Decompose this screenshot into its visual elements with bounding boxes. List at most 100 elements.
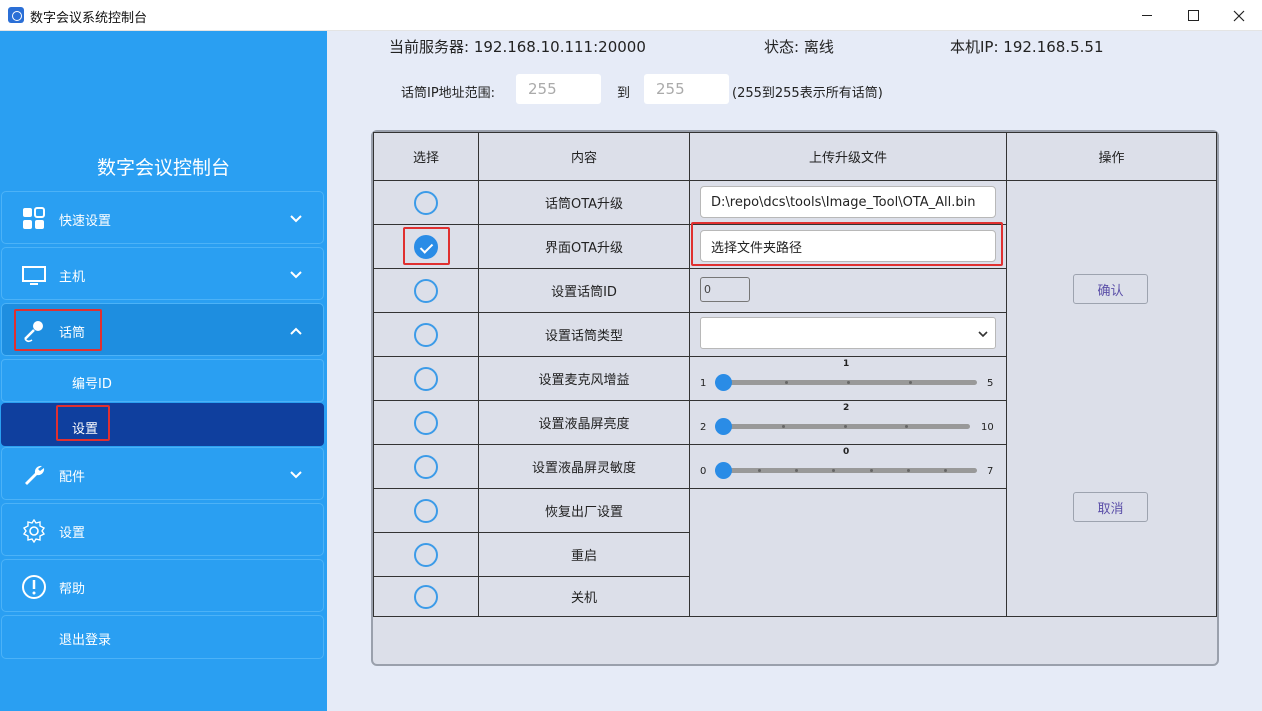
nav-logout[interactable]: 退出登录 (1, 615, 324, 659)
cancel-button[interactable]: 取消 (1073, 492, 1148, 522)
nav-host[interactable]: 主机 (1, 247, 324, 300)
select-cell (373, 444, 479, 489)
nav-label: 配件 (59, 470, 86, 485)
window-title: 数字会议系统控制台 (30, 11, 148, 26)
select-cell (373, 400, 479, 445)
slider-tick (909, 381, 912, 384)
nav-accessories[interactable]: 配件 (1, 447, 324, 500)
slider-tick (795, 469, 798, 472)
content-cell: 设置话筒类型 (478, 312, 690, 357)
sensitivity-slider[interactable]: 0 0 7 (700, 447, 996, 479)
status-info: 状态: 离线 (764, 38, 834, 56)
row-radio[interactable] (414, 366, 438, 391)
range-to-input[interactable]: 255 (644, 74, 729, 104)
slider-thumb[interactable] (715, 374, 732, 391)
monitor-icon (22, 266, 46, 285)
highlight-box (14, 309, 102, 351)
nav-quick-settings[interactable]: 快速设置 (1, 191, 324, 244)
brightness-slider[interactable]: 2 2 10 (700, 403, 996, 435)
content-cell: 恢复出厂设置 (478, 488, 690, 533)
range-from-input[interactable]: 255 (516, 74, 601, 104)
slider-min: 0 (700, 466, 707, 477)
slider-track (715, 424, 970, 429)
row-radio[interactable] (414, 190, 438, 215)
main-content: 当前服务器: 192.168.10.111:20000 状态: 离线 本机IP:… (327, 31, 1262, 711)
wrench-icon (25, 465, 45, 485)
exclamation-icon (22, 575, 46, 599)
slider-value: 0 (843, 447, 850, 457)
highlight-box (691, 222, 1003, 266)
row-radio[interactable] (414, 454, 438, 479)
select-cell (373, 180, 479, 225)
slider-tick (758, 469, 761, 472)
ota-panel: 选择 内容 上传升级文件 操作 话筒OTA升级 界面OTA升级 设置话筒ID 设… (371, 130, 1219, 666)
ota-table: 选择 内容 上传升级文件 操作 话筒OTA升级 界面OTA升级 设置话筒ID 设… (373, 132, 1217, 617)
nav-label: 设置 (59, 526, 86, 541)
select-cell (373, 312, 479, 357)
range-label: 话筒IP地址范围: (401, 86, 496, 101)
nav-help[interactable]: 帮助 (1, 559, 324, 612)
slider-max: 5 (987, 378, 994, 389)
highlight-box (56, 405, 110, 441)
nav-label: 主机 (59, 270, 86, 285)
content-cell: 设置话筒ID (478, 268, 690, 313)
gear-icon (22, 519, 46, 543)
content-cell: 设置麦克风增益 (478, 356, 690, 401)
slider-min: 1 (700, 378, 707, 389)
minimize-button[interactable] (1124, 0, 1170, 31)
chevron-down-icon (978, 331, 988, 338)
chevron-down-icon (290, 271, 302, 279)
content-cell: 界面OTA升级 (478, 224, 690, 269)
nav-label: 退出登录 (59, 633, 112, 648)
slider-track (715, 380, 977, 385)
slider-tick (847, 381, 850, 384)
row-radio[interactable] (414, 322, 438, 347)
confirm-button[interactable]: 确认 (1073, 274, 1148, 304)
slider-track (715, 468, 977, 473)
operation-cell (1006, 180, 1217, 617)
column-header: 选择 (373, 132, 479, 181)
local-ip-info: 本机IP: 192.168.5.51 (950, 38, 1104, 56)
slider-thumb[interactable] (715, 418, 732, 435)
content-cell: 设置液晶屏亮度 (478, 400, 690, 445)
ota-file-input[interactable]: D:\repo\dcs\tools\Image_Tool\OTA_All.bin (700, 186, 996, 218)
select-cell (373, 576, 479, 617)
row-radio[interactable] (414, 278, 438, 303)
chevron-down-icon (290, 471, 302, 479)
nav-label: 快速设置 (59, 214, 112, 229)
range-hint: (255到255表示所有话筒) (732, 86, 883, 101)
slider-tick (944, 469, 947, 472)
gain-slider[interactable]: 1 1 5 (700, 359, 996, 391)
slider-value: 1 (843, 359, 850, 369)
row-radio[interactable] (414, 410, 438, 435)
slider-tick (782, 425, 785, 428)
mic-type-select[interactable] (700, 317, 996, 349)
sub-item-label: 编号ID (72, 377, 112, 392)
content-cell: 话筒OTA升级 (478, 180, 690, 225)
content-cell: 设置液晶屏灵敏度 (478, 444, 690, 489)
sub-item-number-id[interactable]: 编号ID (1, 359, 324, 402)
grid-icon (23, 207, 45, 229)
content-cell: 重启 (478, 532, 690, 577)
select-cell (373, 488, 479, 533)
slider-tick (907, 469, 910, 472)
slider-max: 7 (987, 466, 994, 477)
maximize-button[interactable] (1170, 0, 1216, 31)
column-header: 上传升级文件 (689, 132, 1007, 181)
slider-tick (844, 425, 847, 428)
slider-tick (832, 469, 835, 472)
sub-item-settings[interactable]: 设置 (1, 403, 324, 446)
row-radio[interactable] (414, 584, 438, 609)
slider-thumb[interactable] (715, 462, 732, 479)
title-bar: 数字会议系统控制台 (0, 0, 1262, 31)
highlight-box (403, 227, 450, 265)
column-header: 内容 (478, 132, 690, 181)
nav-settings[interactable]: 设置 (1, 503, 324, 556)
close-button[interactable] (1216, 0, 1262, 31)
chevron-down-icon (290, 215, 302, 223)
row-radio[interactable] (414, 542, 438, 567)
select-cell (373, 532, 479, 577)
range-to-label: 到 (617, 86, 631, 101)
mic-id-input[interactable]: 0 (700, 277, 750, 302)
row-radio[interactable] (414, 498, 438, 523)
